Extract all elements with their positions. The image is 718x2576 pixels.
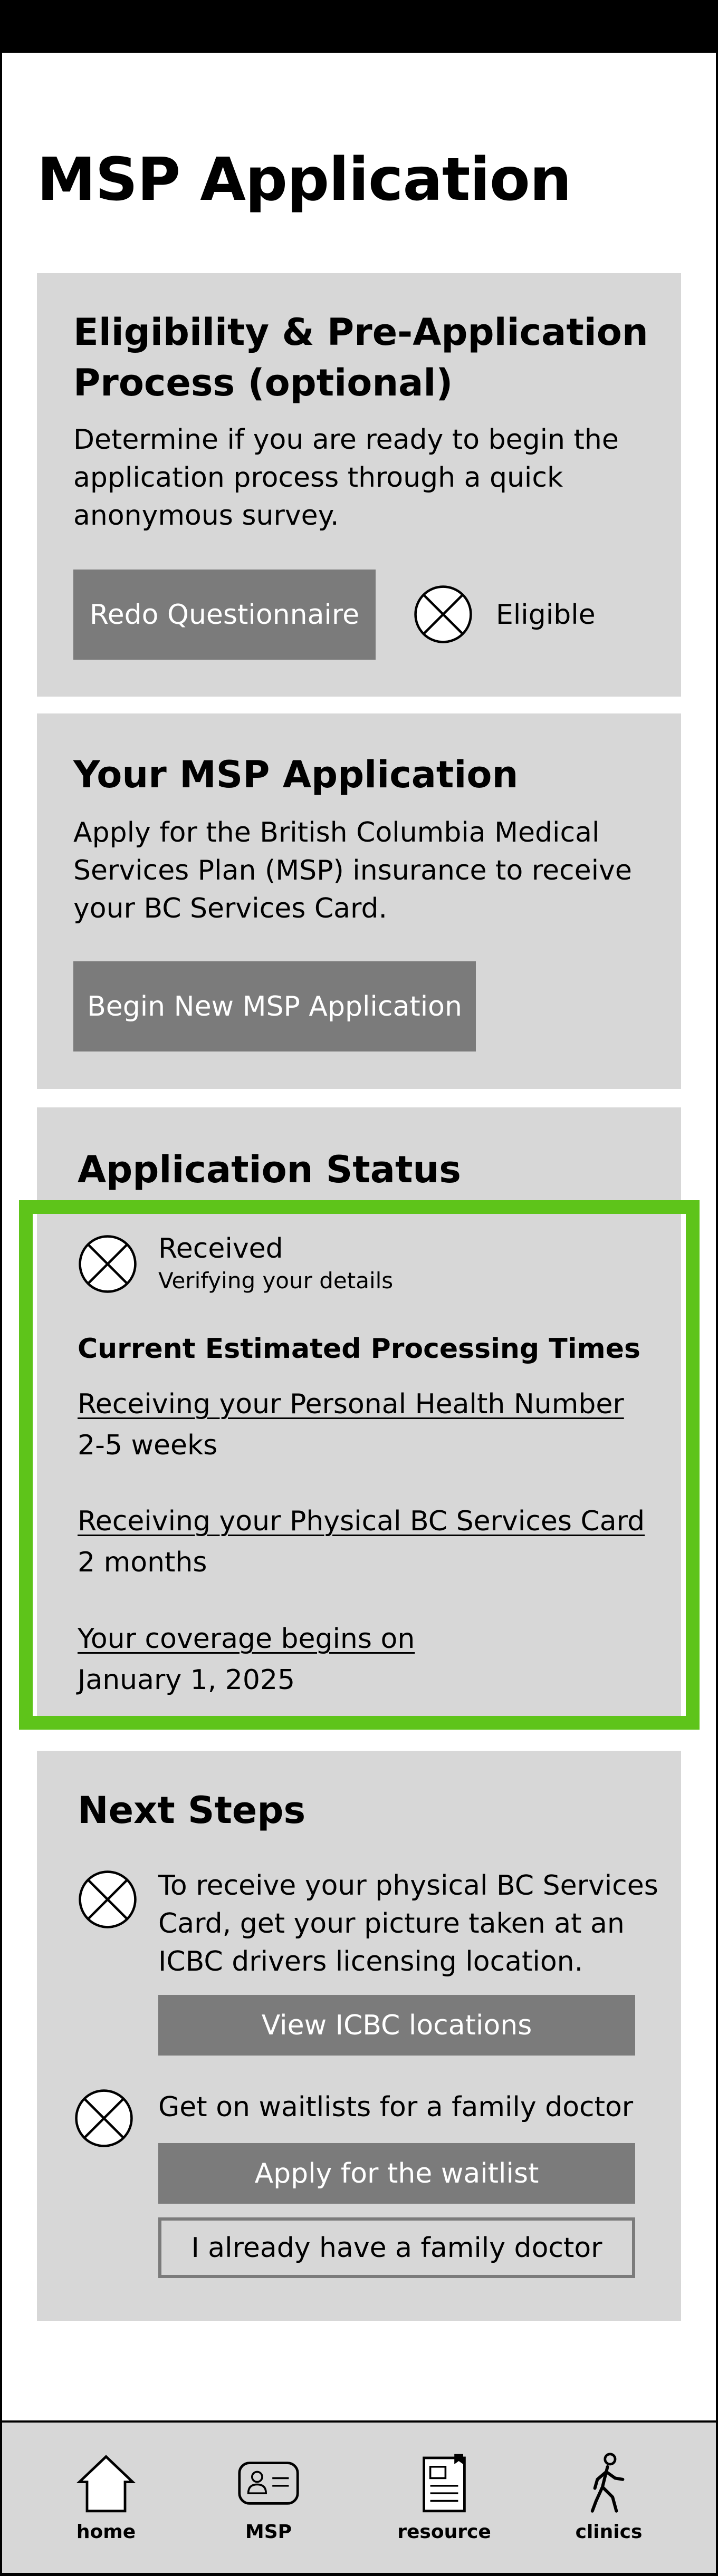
nav-clinics-label: clinics (575, 2521, 643, 2543)
application-description-line3: your BC Services Card. (73, 893, 388, 924)
house-icon (76, 2455, 136, 2513)
msp-application-card: Your MSP Application Apply for the Briti… (37, 713, 681, 1089)
id-card-icon (238, 2462, 299, 2505)
status-bar (0, 0, 718, 53)
step1-text-line1: To receive your physical BC Services (158, 1870, 658, 1902)
eligibility-title-line1: Eligibility & Pre-Application (73, 311, 648, 354)
application-description-line2: Services Plan (MSP) insurance to receive (73, 855, 632, 886)
step1-text-line2: Card, get your picture taken at an (158, 1908, 625, 1940)
step2-text: Get on waitlists for a family doctor (158, 2091, 634, 2123)
nav-home[interactable]: home (53, 2452, 159, 2568)
status-title: Application Status (78, 1148, 461, 1191)
walking-person-icon (590, 2453, 625, 2513)
redo-questionnaire-button[interactable]: Redo Questionnaire (73, 570, 376, 660)
nav-msp[interactable]: MSP (216, 2452, 321, 2568)
page-title: MSP Application (37, 146, 572, 214)
step1-text-line3: ICBC drivers licensing location. (158, 1946, 583, 1977)
nav-resource-label: resource (397, 2521, 491, 2543)
nav-clinics[interactable]: clinics (556, 2452, 662, 2568)
step2-icon (74, 2088, 134, 2148)
nav-home-label: home (76, 2521, 136, 2543)
next-steps-title: Next Steps (78, 1789, 306, 1832)
nav-resource[interactable]: resource (391, 2452, 497, 2568)
apply-waitlist-button[interactable]: Apply for the waitlist (158, 2143, 635, 2204)
eligibility-description-line1: Determine if you are ready to begin the (73, 424, 619, 456)
view-icbc-locations-button[interactable]: View ICBC locations (158, 1995, 635, 2056)
eligibility-title-line2: Process (optional) (73, 361, 453, 404)
document-icon (423, 2454, 466, 2513)
step1-icon (78, 1869, 138, 1929)
eligibility-description-line3: anonymous survey. (73, 500, 339, 532)
next-steps-card: Next Steps To receive your physical BC S… (37, 1751, 681, 2321)
have-family-doctor-button[interactable]: I already have a family doctor (158, 2217, 635, 2278)
eligibility-description-line2: application process through a quick (73, 462, 563, 494)
application-title: Your MSP Application (73, 753, 519, 796)
eligibility-card: Eligibility & Pre-Application Process (o… (37, 273, 681, 697)
nav-msp-label: MSP (245, 2521, 292, 2543)
eligible-label: Eligible (496, 599, 596, 631)
application-description-line1: Apply for the British Columbia Medical (73, 817, 600, 848)
eligible-status-icon (413, 584, 473, 644)
begin-new-application-button[interactable]: Begin New MSP Application (73, 961, 476, 1051)
status-highlight-box (19, 1200, 700, 1730)
bottom-nav: home MSP resource clinics (2, 2420, 716, 2573)
